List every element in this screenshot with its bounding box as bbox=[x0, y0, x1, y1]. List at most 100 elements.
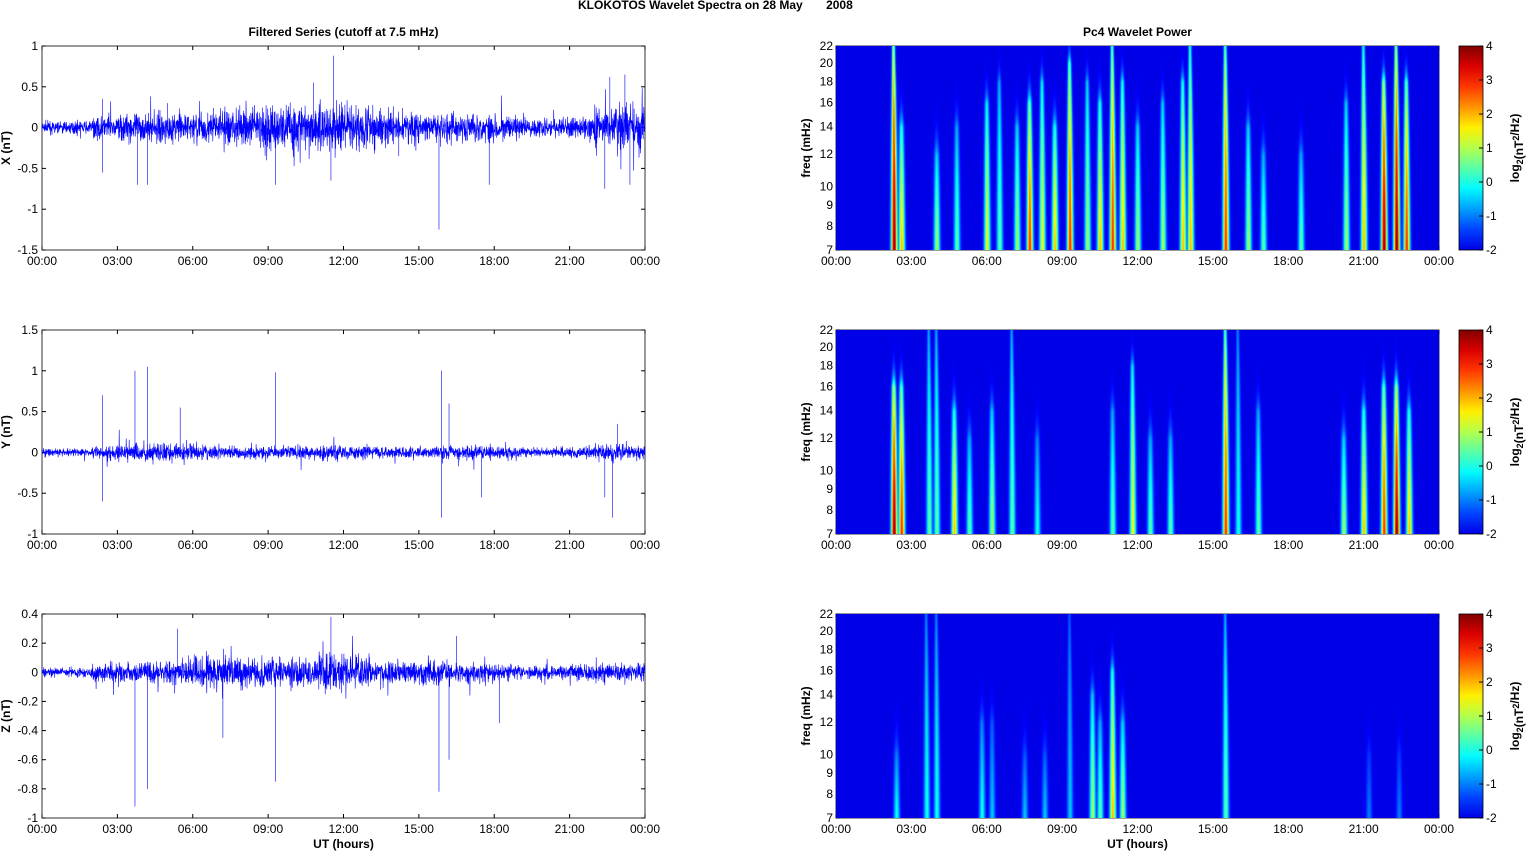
x-tick-label: 00:00 bbox=[1424, 538, 1454, 552]
plot-frame bbox=[41, 613, 646, 819]
x-tick-label: 09:00 bbox=[253, 538, 283, 552]
x-tick-label: 15:00 bbox=[404, 254, 434, 268]
y-tick-label: 22 bbox=[820, 39, 834, 53]
y-tick-label: 0.5 bbox=[21, 405, 38, 419]
colorbar-tick-label: 1 bbox=[1486, 425, 1493, 439]
colorbar-tick-label: 3 bbox=[1486, 641, 1493, 655]
x-tick-label: 21:00 bbox=[1349, 254, 1379, 268]
y-axis-label: X (nT) bbox=[0, 131, 13, 165]
data-series-line bbox=[41, 366, 646, 518]
x-tick-label: 06:00 bbox=[178, 538, 208, 552]
y-tick-label: 16 bbox=[820, 96, 834, 110]
plot-frame bbox=[41, 329, 646, 535]
y-tick-label: 14 bbox=[820, 404, 834, 418]
y-tick-label: 1 bbox=[31, 364, 38, 378]
colorbar-tick-label: -2 bbox=[1486, 811, 1497, 825]
colorbar-label: log2(nT2/Hz) bbox=[1508, 398, 1526, 467]
y-tick-label: 9 bbox=[826, 482, 833, 496]
colorbar-tick-label: -2 bbox=[1486, 527, 1497, 541]
x-tick-label: 03:00 bbox=[896, 538, 926, 552]
y-tick-label: 16 bbox=[820, 664, 834, 678]
colorbar-tick-label: 3 bbox=[1486, 357, 1493, 371]
x-tick-label: 03:00 bbox=[896, 254, 926, 268]
x-tick-label: 18:00 bbox=[479, 254, 509, 268]
x-tick-label: 18:00 bbox=[1273, 254, 1303, 268]
y-tick-label: 0.2 bbox=[21, 636, 38, 650]
x-tick-label: 18:00 bbox=[1273, 538, 1303, 552]
x-tick-label: 00:00 bbox=[630, 538, 660, 552]
colorbar-tick-label: 4 bbox=[1486, 607, 1493, 621]
colorbar-tick-label: 2 bbox=[1486, 391, 1493, 405]
data-series-line bbox=[41, 55, 646, 230]
x-tick-label: 00:00 bbox=[630, 822, 660, 836]
x-tick-label: 09:00 bbox=[253, 254, 283, 268]
x-tick-label: 03:00 bbox=[102, 538, 132, 552]
panel-title: Pc4 Wavelet Power bbox=[1083, 25, 1192, 39]
colorbar-tick-label: 4 bbox=[1486, 323, 1493, 337]
y-axis-label: freq (mHz) bbox=[799, 402, 813, 461]
y-tick-label: 9 bbox=[826, 766, 833, 780]
x-tick-label: 12:00 bbox=[328, 538, 358, 552]
x-tick-label: 12:00 bbox=[328, 822, 358, 836]
x-tick-label: 21:00 bbox=[555, 822, 585, 836]
y-tick-label: 10 bbox=[820, 463, 834, 477]
y-tick-label: 18 bbox=[820, 643, 834, 657]
x-tick-label: 18:00 bbox=[479, 822, 509, 836]
y-tick-label: 10 bbox=[820, 747, 834, 761]
x-tick-label: 15:00 bbox=[1198, 538, 1228, 552]
x-tick-label: 03:00 bbox=[896, 822, 926, 836]
x-tick-label: 03:00 bbox=[102, 254, 132, 268]
y-tick-label: -0.6 bbox=[17, 753, 38, 767]
x-tick-label: 12:00 bbox=[328, 254, 358, 268]
colorbar-tick-label: 2 bbox=[1486, 675, 1493, 689]
x-tick-label: 12:00 bbox=[1122, 254, 1152, 268]
y-axis-label: Z (nT) bbox=[0, 699, 13, 732]
y-tick-label: -0.5 bbox=[17, 161, 38, 175]
y-tick-label: -0.5 bbox=[17, 486, 38, 500]
x-tick-label: 06:00 bbox=[178, 822, 208, 836]
y-tick-label: 14 bbox=[820, 120, 834, 134]
y-axis-label: Y (nT) bbox=[0, 415, 13, 449]
colorbar-tick-label: 0 bbox=[1486, 459, 1493, 473]
x-tick-label: 06:00 bbox=[972, 254, 1002, 268]
wavelet-power-heatmap bbox=[836, 614, 1439, 818]
x-tick-label: 21:00 bbox=[555, 538, 585, 552]
wavelet-power-heatmap bbox=[836, 46, 1439, 250]
x-tick-label: 00:00 bbox=[1424, 822, 1454, 836]
x-tick-label: 21:00 bbox=[1349, 822, 1379, 836]
x-tick-label: 21:00 bbox=[1349, 538, 1379, 552]
colorbar-tick-label: -2 bbox=[1486, 243, 1497, 257]
y-tick-label: -1 bbox=[27, 202, 38, 216]
x-tick-label: 15:00 bbox=[1198, 822, 1228, 836]
y-tick-label: 20 bbox=[820, 56, 834, 70]
colorbar-tick-label: -1 bbox=[1486, 777, 1497, 791]
y-tick-label: 7 bbox=[826, 243, 833, 257]
colorbar-tick-label: 3 bbox=[1486, 73, 1493, 87]
wavelet-power-heatmap bbox=[836, 330, 1439, 534]
x-tick-label: 18:00 bbox=[1273, 822, 1303, 836]
x-tick-label: 15:00 bbox=[404, 822, 434, 836]
y-tick-label: 9 bbox=[826, 198, 833, 212]
y-tick-label: -0.2 bbox=[17, 694, 38, 708]
y-tick-label: 12 bbox=[820, 147, 834, 161]
colorbar-label: log2(nT2/Hz) bbox=[1508, 682, 1526, 751]
x-tick-label: 06:00 bbox=[178, 254, 208, 268]
y-tick-label: 8 bbox=[826, 787, 833, 801]
y-tick-label: 12 bbox=[820, 431, 834, 445]
y-tick-label: 18 bbox=[820, 359, 834, 373]
y-tick-label: 7 bbox=[826, 811, 833, 825]
y-tick-label: 0.4 bbox=[21, 607, 38, 621]
data-series-line bbox=[41, 616, 646, 807]
colorbar-tick-label: 4 bbox=[1486, 39, 1493, 53]
y-tick-label: 7 bbox=[826, 527, 833, 541]
x-tick-label: 00:00 bbox=[1424, 254, 1454, 268]
colorbar-tick-label: -1 bbox=[1486, 209, 1497, 223]
x-tick-label: 09:00 bbox=[253, 822, 283, 836]
x-axis-label: UT (hours) bbox=[1107, 837, 1168, 851]
y-axis-label: freq (mHz) bbox=[799, 118, 813, 177]
colorbar-tick-label: 1 bbox=[1486, 709, 1493, 723]
y-tick-label: 12 bbox=[820, 715, 834, 729]
y-tick-label: 16 bbox=[820, 380, 834, 394]
y-axis-label: freq (mHz) bbox=[799, 686, 813, 745]
x-tick-label: 09:00 bbox=[1047, 538, 1077, 552]
